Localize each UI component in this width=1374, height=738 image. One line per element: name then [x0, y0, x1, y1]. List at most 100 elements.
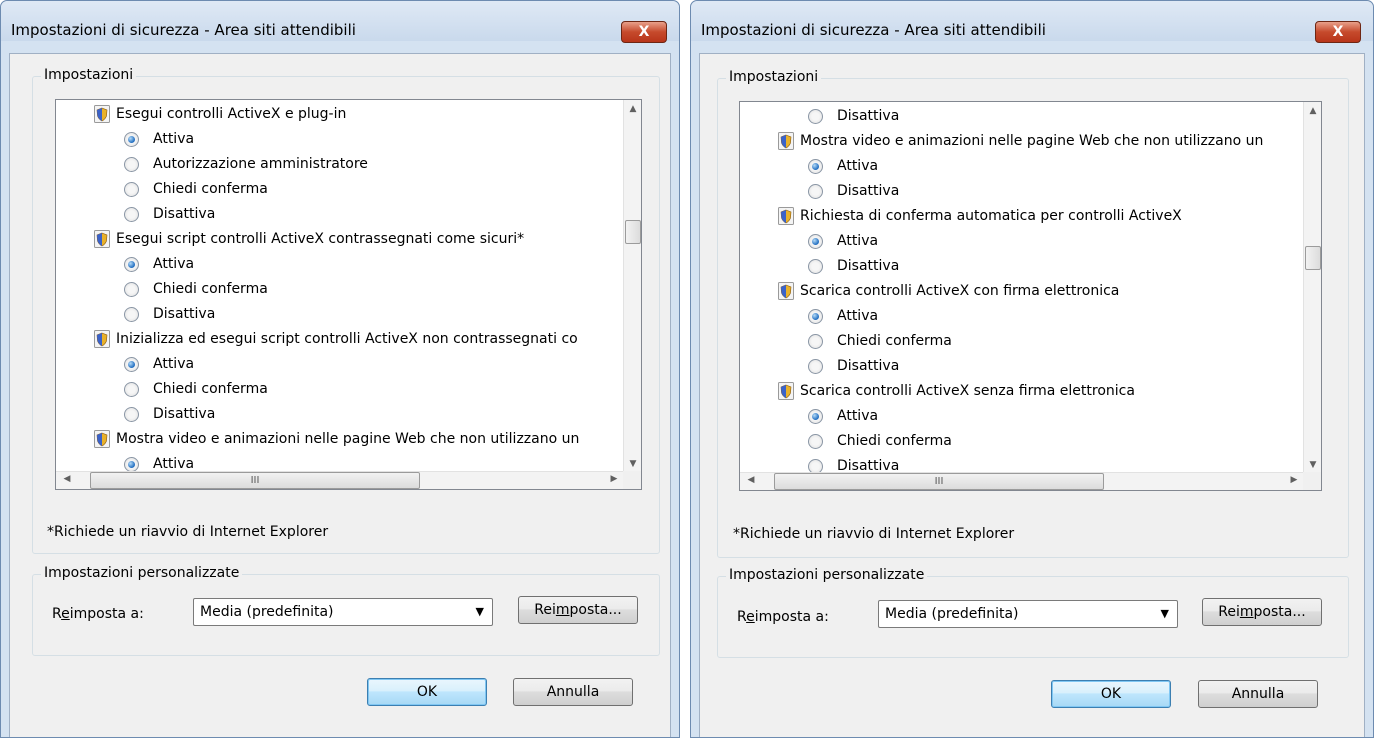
security-shield-icon	[778, 382, 794, 400]
radio-option[interactable]: Attiva	[124, 352, 194, 377]
radio-option[interactable]: Disattiva	[124, 202, 215, 227]
radio-option-label: Disattiva	[153, 306, 216, 322]
radio-button-checked[interactable]	[808, 308, 823, 324]
radio-option-label: Disattiva	[153, 206, 216, 222]
scroll-down-arrow-icon[interactable]: ▼	[624, 459, 641, 469]
chevron-down-icon[interactable]: ▼	[1161, 601, 1169, 627]
radio-button-checked[interactable]	[124, 256, 139, 272]
radio-button[interactable]	[124, 406, 139, 422]
reset-level-select[interactable]: Media (predefinita) ▼	[193, 598, 493, 626]
radio-option-label: Attiva	[153, 256, 195, 272]
radio-button[interactable]	[808, 358, 823, 374]
radio-option[interactable]: Chiedi conferma	[124, 377, 268, 402]
radio-option[interactable]: Disattiva	[808, 354, 899, 379]
radio-button-checked[interactable]	[124, 131, 139, 147]
radio-option[interactable]: Attiva	[808, 304, 878, 329]
settings-tree-list[interactable]: Disattiva Mostra video e animazioni nelle…	[739, 101, 1322, 491]
setting-item: Richiesta di conferma automatica per con…	[778, 204, 1182, 229]
radio-option[interactable]: Disattiva	[124, 402, 215, 427]
reset-button[interactable]: Reimposta...	[518, 596, 638, 624]
vertical-scroll-thumb[interactable]	[1305, 246, 1321, 270]
radio-button-checked[interactable]	[808, 233, 823, 249]
cancel-button[interactable]: Annulla	[513, 678, 633, 706]
radio-option[interactable]: Attiva	[124, 252, 194, 277]
chevron-down-icon[interactable]: ▼	[476, 599, 484, 625]
scroll-right-arrow-icon[interactable]: ▶	[1285, 475, 1303, 485]
radio-option[interactable]: Chiedi conferma	[124, 177, 268, 202]
radio-option[interactable]: Attiva	[808, 404, 878, 429]
radio-button-checked[interactable]	[124, 456, 139, 472]
radio-button[interactable]	[808, 333, 823, 349]
close-button[interactable]: X	[1315, 21, 1361, 43]
radio-button[interactable]	[808, 108, 823, 124]
radio-option[interactable]: Disattiva	[124, 302, 215, 327]
title-bar[interactable]: Impostazioni di sicurezza - Area siti at…	[691, 1, 1373, 43]
ok-button[interactable]: OK	[1051, 680, 1171, 708]
horizontal-scroll-thumb[interactable]: III	[774, 473, 1104, 490]
radio-option-label: Attiva	[837, 308, 879, 324]
radio-option[interactable]: Disattiva	[808, 254, 899, 279]
radio-button[interactable]	[124, 206, 139, 222]
reset-to-label: Reimposta a:	[737, 609, 829, 625]
dialog-client-area: Impostazioni Disattiva Mostra video e ani…	[699, 53, 1365, 737]
ok-button[interactable]: OK	[367, 678, 487, 706]
cancel-button[interactable]: Annulla	[1198, 680, 1318, 708]
radio-button[interactable]	[808, 258, 823, 274]
vertical-scrollbar[interactable]: ▲ ▼	[623, 100, 641, 473]
setting-item: Scarica controlli ActiveX con firma elet…	[778, 279, 1119, 304]
scroll-up-arrow-icon[interactable]: ▲	[624, 104, 641, 114]
reset-level-select[interactable]: Media (predefinita) ▼	[878, 600, 1178, 628]
radio-option-label: Attiva	[837, 408, 879, 424]
radio-option-label: Attiva	[837, 158, 879, 174]
radio-button[interactable]	[808, 433, 823, 449]
horizontal-scrollbar[interactable]: ◀ III ▶	[56, 471, 625, 489]
radio-button[interactable]	[124, 181, 139, 197]
radio-button[interactable]	[808, 183, 823, 199]
horizontal-scroll-thumb[interactable]: III	[90, 472, 420, 489]
radio-option[interactable]: Chiedi conferma	[808, 429, 952, 454]
scroll-up-arrow-icon[interactable]: ▲	[1304, 106, 1321, 116]
security-settings-dialog-right: Impostazioni di sicurezza - Area siti at…	[690, 0, 1374, 738]
security-shield-icon	[94, 330, 110, 348]
radio-button-checked[interactable]	[808, 408, 823, 424]
radio-option[interactable]: Disattiva	[808, 104, 899, 129]
settings-group-label: Impostazioni	[726, 69, 822, 85]
horizontal-scrollbar[interactable]: ◀ III ▶	[740, 472, 1305, 490]
security-settings-dialog-left: Impostazioni di sicurezza - Area siti at…	[0, 0, 680, 738]
radio-option[interactable]: Chiedi conferma	[124, 277, 268, 302]
radio-option[interactable]: Disattiva	[808, 179, 899, 204]
title-bar[interactable]: Impostazioni di sicurezza - Area siti at…	[1, 1, 679, 43]
radio-button[interactable]	[124, 156, 139, 172]
radio-option[interactable]: Attiva	[124, 127, 194, 152]
setting-label: Scarica controlli ActiveX con firma elet…	[800, 283, 1120, 299]
scroll-right-arrow-icon[interactable]: ▶	[605, 474, 623, 484]
setting-item: Esegui controlli ActiveX e plug-in	[94, 102, 346, 127]
radio-option[interactable]: Autorizzazione amministratore	[124, 152, 368, 177]
restart-note: *Richiede un riavvio di Internet Explore…	[47, 524, 329, 540]
radio-button-checked[interactable]	[808, 158, 823, 174]
security-shield-icon	[778, 132, 794, 150]
custom-settings-group-label: Impostazioni personalizzate	[41, 565, 243, 581]
radio-option-label: Chiedi conferma	[153, 181, 268, 197]
setting-item: Inizializza ed esegui script controlli A…	[94, 327, 578, 352]
radio-option-label: Attiva	[837, 233, 879, 249]
setting-label: Esegui controlli ActiveX e plug-in	[116, 106, 347, 122]
custom-settings-group-label: Impostazioni personalizzate	[726, 567, 928, 583]
vertical-scroll-thumb[interactable]	[625, 220, 641, 244]
vertical-scrollbar[interactable]: ▲ ▼	[1303, 102, 1321, 474]
radio-option[interactable]: Attiva	[808, 154, 878, 179]
scroll-down-arrow-icon[interactable]: ▼	[1304, 460, 1321, 470]
window-title: Impostazioni di sicurezza - Area siti at…	[11, 21, 356, 39]
scroll-left-arrow-icon[interactable]: ◀	[742, 475, 760, 485]
radio-button-checked[interactable]	[124, 356, 139, 372]
radio-button[interactable]	[124, 306, 139, 322]
radio-option[interactable]: Attiva	[808, 229, 878, 254]
scroll-left-arrow-icon[interactable]: ◀	[58, 474, 76, 484]
close-button[interactable]: X	[621, 21, 667, 43]
settings-tree-list[interactable]: Esegui controlli ActiveX e plug-in Attiva…	[55, 99, 642, 490]
setting-label: Esegui script controlli ActiveX contrass…	[116, 231, 525, 247]
radio-button[interactable]	[124, 281, 139, 297]
radio-button[interactable]	[124, 381, 139, 397]
reset-button[interactable]: Reimposta...	[1202, 598, 1322, 626]
radio-option[interactable]: Chiedi conferma	[808, 329, 952, 354]
